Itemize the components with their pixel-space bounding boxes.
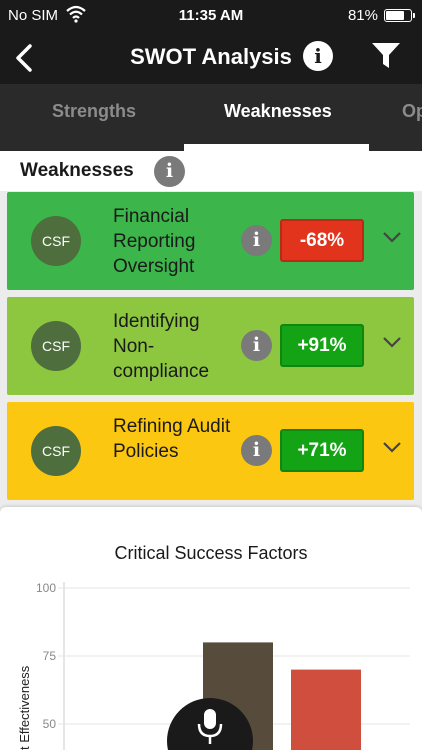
list-item[interactable]: CSF Identifying Non-compliance i +91% bbox=[7, 297, 414, 395]
csf-badge: CSF bbox=[31, 321, 81, 371]
y-tick-label: 50 bbox=[43, 717, 57, 731]
nav-bar: SWOT Analysis i bbox=[0, 32, 422, 84]
csf-badge: CSF bbox=[31, 426, 81, 476]
section-title: Weaknesses bbox=[20, 160, 134, 181]
battery-icon bbox=[384, 9, 415, 22]
page-title: SWOT Analysis bbox=[130, 44, 292, 69]
list-item[interactable]: CSF Financial Reporting Oversight i -68% bbox=[7, 192, 414, 290]
chevron-down-icon[interactable] bbox=[382, 335, 402, 349]
tab-bar: Strengths Weaknesses Op bbox=[0, 84, 422, 151]
battery-percent: 81% bbox=[347, 7, 378, 24]
status-bar: No SIM 11:35 AM 81% bbox=[0, 0, 422, 32]
y-tick-label: 100 bbox=[36, 581, 56, 595]
section-header: Weaknesses i bbox=[0, 151, 422, 191]
tab-active-indicator bbox=[184, 144, 369, 151]
chevron-down-icon[interactable] bbox=[382, 230, 402, 244]
list-item[interactable]: CSF Refining Audit Policies i +71% bbox=[7, 402, 414, 500]
csf-badge: CSF bbox=[31, 216, 81, 266]
csf-name: Identifying Non-compliance bbox=[113, 311, 210, 382]
chevron-down-icon[interactable] bbox=[382, 440, 402, 454]
section-info-icon[interactable]: i bbox=[154, 156, 185, 187]
info-icon[interactable]: i bbox=[303, 41, 333, 71]
y-tick-label: 75 bbox=[43, 649, 57, 663]
tab-opportunities[interactable]: Op bbox=[402, 101, 422, 122]
percent-badge: +71% bbox=[280, 429, 364, 472]
mic-button[interactable] bbox=[167, 698, 253, 750]
percent-badge: -68% bbox=[280, 219, 364, 262]
tab-strengths[interactable]: Strengths bbox=[52, 101, 136, 122]
tab-weaknesses[interactable]: Weaknesses bbox=[224, 101, 332, 122]
info-icon[interactable]: i bbox=[241, 225, 272, 256]
info-icon[interactable]: i bbox=[241, 330, 272, 361]
percent-badge: +91% bbox=[280, 324, 364, 367]
microphone-icon bbox=[197, 709, 223, 744]
info-icon[interactable]: i bbox=[241, 435, 272, 466]
y-axis-label: t Effectiveness bbox=[17, 665, 32, 750]
chart-bar bbox=[291, 669, 361, 750]
csf-name: Refining Audit Policies bbox=[113, 416, 231, 462]
csf-name: Financial Reporting Oversight bbox=[113, 206, 196, 277]
filter-icon[interactable] bbox=[370, 40, 402, 72]
